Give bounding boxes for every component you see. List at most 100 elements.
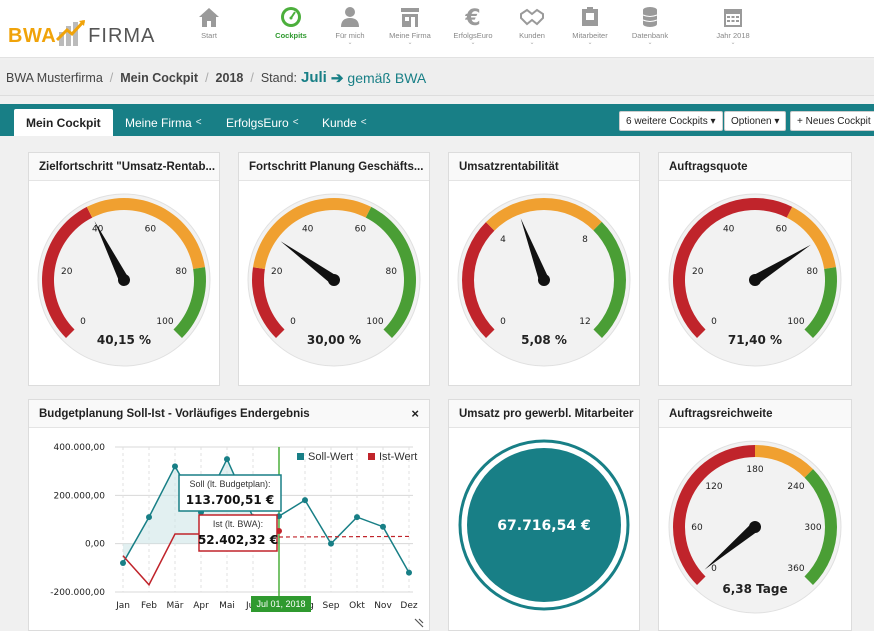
home-icon	[199, 8, 219, 27]
bwa-firma-logo[interactable]: BWA FIRMA	[8, 14, 155, 48]
gauge-icon	[281, 7, 301, 27]
gauge-panel-auftragsquote: Auftragsquote 0 20 40 60 80 100 71,40 %	[658, 152, 852, 386]
tab-label: Meine Firma	[125, 115, 192, 130]
x-tick-label: Feb	[141, 601, 157, 611]
gauge-value: 6,38 Tage	[722, 582, 787, 596]
breadcrumb-source: gemäß BWA	[347, 69, 427, 86]
tooltip-ist-value: 52.402,32 €	[198, 533, 278, 547]
close-icon[interactable]: ×	[411, 406, 419, 421]
share-icon[interactable]: <	[293, 117, 299, 128]
top-navigation-bar: BWA FIRMA Start Cockpits Für mich ⌄ Mein…	[0, 0, 874, 58]
breadcrumb: BWA Musterfirma / Mein Cockpit / 2018 / …	[0, 60, 874, 96]
options-dropdown[interactable]: Optionen ▾	[724, 111, 787, 131]
share-icon[interactable]: <	[196, 117, 202, 128]
nav-jahr[interactable]: Jahr 2018 ⌄	[701, 6, 765, 46]
nav-cockpits[interactable]: Cockpits	[259, 6, 323, 40]
gauge-tick-label: 120	[705, 482, 722, 492]
soll-point[interactable]	[224, 456, 230, 463]
tooltip-soll-value: 113.700,51 €	[186, 493, 274, 507]
gauge-chart: 0 20 40 60 80 100 30,00 %	[247, 193, 421, 367]
gauge-tick-label: 80	[176, 267, 188, 277]
gauge-tick-label: 40	[723, 224, 735, 234]
chevron-down-icon: ⌄	[730, 40, 736, 46]
panel-title: Zielfortschritt "Umsatz-Rentab...	[29, 153, 219, 181]
logo-bars-icon	[56, 19, 86, 46]
tab-meine-firma[interactable]: Meine Firma <	[113, 109, 214, 136]
gauge-tick-label: 100	[366, 317, 383, 327]
nav-kunden[interactable]: Kunden ⌄	[500, 6, 564, 46]
budget-chart-panel: Budgetplanung Soll-Ist - Vorläufiges End…	[28, 399, 430, 631]
soll-point[interactable]	[172, 463, 178, 470]
gauge-tick-label: 0	[290, 317, 296, 327]
logo-text-bwa: BWA	[8, 25, 57, 47]
y-tick-label: 0,00	[85, 540, 105, 550]
gauge-tick-label: 60	[145, 224, 157, 234]
gauge-panel-zielfortschritt: Zielfortschritt "Umsatz-Rentab... 0 20 40 6…	[28, 152, 220, 386]
building-icon	[401, 8, 419, 27]
gauge-tick-label: 240	[787, 482, 804, 492]
soll-point[interactable]	[406, 569, 412, 576]
nav-label: Jahr 2018	[716, 31, 750, 40]
breadcrumb-cockpit[interactable]: Mein Cockpit	[120, 71, 198, 85]
soll-point[interactable]	[302, 497, 308, 504]
umsatz-panel: Umsatz pro gewerbl. Mitarbeiter 67.716,5…	[448, 399, 640, 631]
y-tick-label: 400.000,00	[53, 443, 105, 453]
gauge-needle-hub	[118, 274, 130, 286]
soll-point[interactable]	[328, 540, 334, 547]
gauge-chart: 0 20 40 60 80 100 40,15 %	[37, 193, 211, 367]
resize-handle-icon[interactable]	[414, 618, 424, 628]
share-icon[interactable]: <	[361, 117, 367, 128]
gauge-tick-label: 300	[804, 523, 821, 533]
breadcrumb-separator: /	[205, 70, 209, 85]
panel-title: Fortschritt Planung Geschäfts...	[239, 153, 429, 181]
breadcrumb-separator: /	[250, 70, 254, 85]
gauge-panel-umsatzrentabilitaet: Umsatzrentabilität 0 4 8 12 5,08 %	[448, 152, 640, 386]
nav-label: Datenbank	[631, 31, 669, 40]
gauge-chart: 0 4 8 12 5,08 %	[457, 193, 631, 367]
gauge-tick-label: 20	[271, 267, 283, 277]
more-cockpits-dropdown[interactable]: 6 weitere Cockpits ▾	[619, 111, 723, 131]
gauge-value: 40,15 %	[97, 333, 151, 347]
nav-start[interactable]: Start	[177, 6, 241, 40]
budget-title: Budgetplanung Soll-Ist - Vorläufiges End…	[39, 407, 310, 420]
gauge-tick-label: 60	[776, 224, 788, 234]
breadcrumb-year[interactable]: 2018	[216, 71, 244, 85]
nav-label: Cockpits	[275, 31, 307, 40]
nav-label: ErfolgsEuro	[453, 31, 493, 40]
gauge-tick-label: 40	[302, 224, 314, 234]
breadcrumb-month[interactable]: Juli	[301, 69, 327, 86]
tab-mein-cockpit[interactable]: Mein Cockpit	[14, 109, 113, 136]
legend-ist-label[interactable]: Ist-Wert	[379, 451, 417, 463]
new-cockpit-button[interactable]: + Neues Cockpit	[790, 111, 874, 131]
y-tick-label: 200.000,00	[53, 491, 105, 501]
soll-point[interactable]	[354, 514, 360, 521]
gauge-tick-label: 0	[711, 564, 717, 574]
x-tick-label: Jan	[115, 601, 130, 611]
nav-label: Start	[201, 31, 217, 40]
gauge-needle-hub	[749, 521, 761, 533]
soll-point[interactable]	[380, 523, 386, 530]
budget-line-chart[interactable]: 400.000,00 200.000,00 0,00 -200.000,00 Jan Fe…	[29, 429, 429, 631]
gauge-tick-label: 100	[156, 317, 173, 327]
nav-fuer-mich[interactable]: Für mich ⌄	[318, 6, 382, 46]
gauge-value: 71,40 %	[728, 333, 782, 347]
nav-mitarbeiter[interactable]: Mitarbeiter ⌄	[558, 6, 622, 46]
nav-erfolgseuro[interactable]: € ErfolgsEuro ⌄	[441, 6, 505, 46]
gauge-tick-label: 20	[692, 267, 704, 277]
panel-title: Auftragsquote	[659, 153, 851, 181]
nav-meine-firma[interactable]: Meine Firma ⌄	[378, 6, 442, 46]
legend-soll-label[interactable]: Soll-Wert	[308, 451, 353, 463]
soll-point[interactable]	[146, 514, 152, 521]
chevron-down-icon: ⌄	[470, 40, 476, 46]
breadcrumb-company[interactable]: BWA Musterfirma	[6, 71, 103, 85]
panel-title: Budgetplanung Soll-Ist - Vorläufiges End…	[29, 400, 429, 428]
soll-point[interactable]	[120, 560, 126, 566]
gauge-needle-hub	[328, 274, 340, 286]
gauge-tick-label: 0	[711, 317, 717, 327]
tab-erfolgseuro[interactable]: ErfolgsEuro <	[214, 109, 311, 136]
x-tick-label: Nov	[374, 601, 392, 611]
nav-datenbank[interactable]: Datenbank ⌄	[618, 6, 682, 46]
gauge-needle-hub	[538, 274, 550, 286]
tab-kunde[interactable]: Kunde <	[310, 109, 379, 136]
nav-label: Meine Firma	[389, 31, 431, 40]
